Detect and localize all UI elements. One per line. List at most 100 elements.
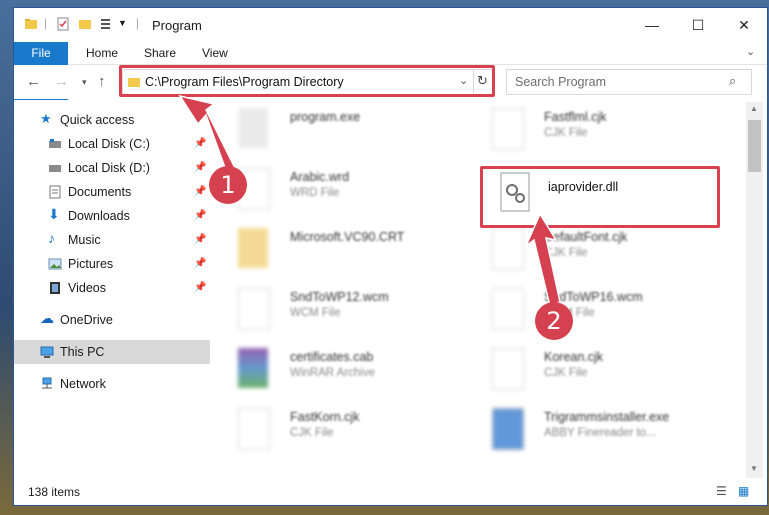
nav-item-quick-access[interactable]: ★ Quick access (14, 108, 210, 132)
tab-home[interactable]: Home (74, 42, 130, 64)
file-type: CJK File (544, 247, 588, 259)
pin-icon[interactable]: 📌 (194, 210, 206, 221)
pin-icon[interactable]: 📌 (194, 186, 206, 197)
pin-icon[interactable]: 📌 (194, 138, 206, 149)
scroll-thumb[interactable] (748, 120, 761, 172)
maximize-button[interactable]: ☐ (675, 8, 721, 42)
file-icon (492, 288, 524, 330)
window-title: Program (152, 18, 202, 33)
nav-item-network[interactable]: Network (14, 372, 210, 396)
file-item[interactable]: Korean.cjk CJK File (478, 342, 728, 400)
drive-icon (49, 139, 61, 148)
file-item[interactable]: Arabic.wrd WRD File (224, 162, 474, 220)
nav-item-local-disk-c[interactable]: Local Disk (C:) 📌 (14, 132, 210, 156)
nav-item-label: OneDrive (60, 313, 113, 327)
forward-arrow-icon[interactable]: → (54, 73, 69, 90)
nav-item-music[interactable]: ♪ Music 📌 (14, 228, 210, 252)
tab-share[interactable]: Share (132, 42, 188, 64)
nav-item-label: Downloads (68, 209, 130, 223)
status-bar: 138 items ☰ ▦ (14, 478, 767, 505)
details-view-icon[interactable]: ☰ (716, 484, 727, 498)
vertical-scrollbar[interactable]: ▲ ▼ (746, 102, 763, 478)
nav-item-label: Music (68, 233, 101, 247)
minimize-button[interactable]: — (629, 8, 675, 42)
recent-locations-icon[interactable]: ▾ (82, 77, 87, 88)
callout-badge-1: 1 (209, 166, 247, 204)
pin-icon[interactable]: 📌 (194, 162, 206, 173)
file-type: WRD File (290, 187, 340, 199)
archive-icon (238, 348, 268, 388)
file-item[interactable]: certificates.cab WinRAR Archive (224, 342, 474, 400)
installer-icon (492, 408, 524, 450)
separator: | (44, 16, 48, 30)
pin-icon[interactable]: 📌 (194, 282, 206, 293)
nav-item-onedrive[interactable]: ☁ OneDrive (14, 308, 210, 332)
nav-item-videos[interactable]: Videos 📌 (14, 276, 210, 300)
file-highlight (480, 166, 720, 228)
file-name: Trigrammsinstaller.exe (544, 410, 670, 424)
tab-view[interactable]: View (190, 42, 240, 64)
file-name: DefaultFont.cjk (544, 230, 628, 244)
cloud-icon: ☁ (40, 310, 54, 326)
pictures-icon (48, 258, 62, 270)
file-item[interactable]: Trigrammsinstaller.exe ABBY Finereader t… (478, 402, 728, 460)
properties-icon[interactable] (56, 17, 70, 31)
nav-item-local-disk-d[interactable]: Local Disk (D:) 📌 (14, 156, 210, 180)
file-item[interactable]: DefaultFont.cjk CJK File (478, 222, 728, 280)
network-icon (42, 377, 52, 389)
file-item[interactable]: Fastflml.cjk CJK File (478, 102, 728, 160)
search-input[interactable]: Search Program (515, 75, 606, 89)
navigation-pane: ★ Quick access Local Disk (C:) 📌 Local D… (14, 102, 210, 478)
nav-item-documents[interactable]: Documents 📌 (14, 180, 210, 204)
chevron-down-icon[interactable]: ▼ (118, 18, 127, 28)
file-icon (238, 408, 270, 450)
file-name: SndToWP12.wcm (290, 290, 389, 304)
file-name: Arabic.wrd (290, 170, 350, 184)
search-icon[interactable]: ⌕ (729, 73, 736, 89)
file-name: FastKorn.cjk (290, 410, 360, 424)
computer-icon (40, 346, 54, 358)
scroll-up-icon[interactable]: ▲ (750, 104, 758, 113)
separator: | (136, 16, 140, 30)
folder-icon (25, 19, 37, 29)
back-arrow-icon[interactable]: ← (26, 73, 41, 90)
music-icon: ♪ (48, 230, 55, 246)
nav-item-label: Pictures (68, 257, 114, 271)
file-icon (238, 288, 270, 330)
file-item[interactable]: FastKorn.cjk CJK File (224, 402, 474, 460)
scroll-down-icon[interactable]: ▼ (750, 464, 758, 473)
file-item[interactable]: program.exe (224, 102, 474, 160)
large-icons-view-icon[interactable]: ▦ (738, 484, 749, 498)
pin-icon[interactable]: 📌 (194, 234, 206, 245)
chevron-down-icon[interactable]: ⌄ (746, 45, 755, 58)
file-type: CJK File (290, 427, 334, 439)
videos-icon (50, 282, 60, 294)
title-bar: | ▼ | Program — ☐ ✕ (14, 8, 767, 42)
nav-item-pictures[interactable]: Pictures 📌 (14, 252, 210, 276)
file-icon (492, 108, 524, 150)
file-item[interactable]: SndToWP12.wcm WCM File (224, 282, 474, 340)
up-arrow-icon[interactable]: ↑ (98, 73, 106, 90)
pin-icon[interactable]: 📌 (194, 258, 206, 269)
file-item[interactable]: SndToWP16.wcm WCM File (478, 282, 728, 340)
folder-icon (238, 228, 268, 268)
file-icon (492, 348, 524, 390)
explorer-window: | ▼ | Program — ☐ ✕ File Home Share View… (14, 8, 767, 505)
nav-item-label: Local Disk (D:) (68, 161, 150, 175)
file-name: Microsoft.VC90.CRT (290, 230, 405, 244)
customize-icon[interactable] (100, 17, 114, 31)
nav-item-this-pc[interactable]: This PC (14, 340, 210, 364)
drive-icon (49, 165, 61, 172)
search-box[interactable]: Search Program ⌕ (506, 69, 752, 95)
file-type: WinRAR Archive (290, 367, 375, 379)
nav-item-downloads[interactable]: ⬇ Downloads 📌 (14, 204, 210, 228)
new-folder-icon[interactable] (78, 17, 92, 31)
file-name: program.exe (290, 110, 361, 124)
navigation-row: ← → ▾ ↑ C:\Program Files\Program Directo… (14, 65, 767, 99)
close-button[interactable]: ✕ (721, 8, 767, 42)
documents-icon (49, 185, 61, 199)
exe-file-icon (238, 108, 268, 148)
item-count: 138 items (28, 485, 81, 499)
file-item[interactable]: Microsoft.VC90.CRT (224, 222, 474, 280)
file-list: program.exe Fastflml.cjk CJK File Arabic… (224, 102, 744, 478)
